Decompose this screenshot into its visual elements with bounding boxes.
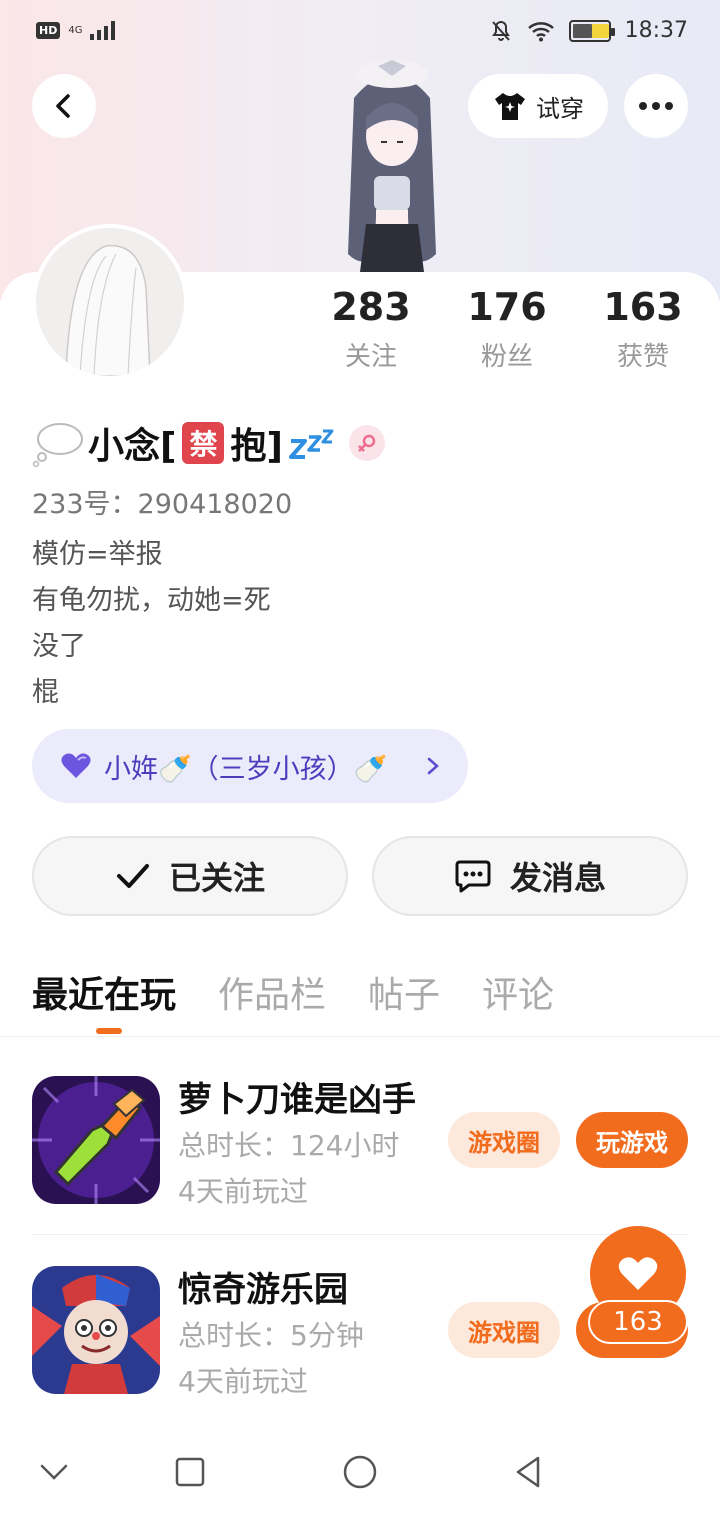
nav-collapse-button[interactable] xyxy=(32,1450,76,1494)
avatar[interactable] xyxy=(32,224,188,380)
user-name: 小念[ 禁 抱] xyxy=(32,414,385,472)
try-on-button[interactable]: 试穿 xyxy=(468,74,608,138)
game-duration: 总时长：124小时 xyxy=(178,1129,400,1162)
chevron-left-icon xyxy=(56,94,70,118)
game-last-played: 4天前玩过 xyxy=(178,1365,308,1398)
status-bar: HD 4G 18:37 xyxy=(0,0,720,64)
thought-bubble-icon xyxy=(32,423,83,467)
game-icon xyxy=(32,1266,160,1394)
system-nav-bar xyxy=(0,1424,720,1520)
game-title: 萝卜刀谁是凶手 xyxy=(178,1080,416,1120)
triangle-back-icon xyxy=(516,1456,540,1488)
more-button[interactable] xyxy=(624,74,688,138)
avatar-image xyxy=(36,228,184,376)
circle-icon xyxy=(343,1455,377,1489)
chevron-right-icon xyxy=(427,757,439,775)
following-count: 283 xyxy=(331,285,411,329)
signal-icon xyxy=(90,20,116,40)
bio-line: 棍 xyxy=(32,677,59,708)
network-type: 4G xyxy=(68,24,83,36)
hd-badge: HD xyxy=(36,21,61,39)
back-button[interactable] xyxy=(32,74,96,138)
more-dot-icon xyxy=(652,102,660,110)
try-on-label: 试穿 xyxy=(536,94,584,123)
bio-line: 有龟勿扰，动她=死 xyxy=(32,585,271,616)
name-prefix: 小念[ xyxy=(88,426,177,467)
divider xyxy=(32,1234,688,1235)
bio-line: 模仿=举报 xyxy=(32,539,163,570)
family-tag-label: 小姩🍼（三岁小孩）🍼 xyxy=(104,753,388,785)
heart-icon xyxy=(618,1257,658,1290)
clock: 18:37 xyxy=(624,18,688,43)
tab-recent-play[interactable]: 最近在玩 xyxy=(32,966,176,1034)
character-avatar-image xyxy=(348,60,436,272)
bio: 模仿=举报 有龟勿扰，动她=死 没了 棍 xyxy=(32,532,271,716)
game-circle-button[interactable]: 游戏圈 xyxy=(448,1302,560,1358)
nav-back-button[interactable] xyxy=(506,1450,550,1494)
game-duration: 总时长：5分钟 xyxy=(178,1319,364,1352)
name-suffix: 抱] xyxy=(230,426,283,467)
sleep-zzz-icon xyxy=(288,429,334,459)
followers-count: 176 xyxy=(467,285,547,329)
stat-following[interactable]: 283 关注 xyxy=(306,284,436,373)
followed-label: 已关注 xyxy=(168,859,265,897)
profile-tabs: 最近在玩 作品栏 帖子 评论 xyxy=(32,966,554,1034)
play-game-button[interactable]: 玩游戏 xyxy=(576,1112,688,1168)
divider xyxy=(0,1036,720,1037)
message-button[interactable]: 发消息 xyxy=(372,836,688,916)
check-icon xyxy=(116,864,149,888)
square-icon xyxy=(175,1457,205,1487)
chevron-down-icon xyxy=(40,1464,68,1480)
message-label: 发消息 xyxy=(509,859,606,897)
game-circle-button[interactable]: 游戏圈 xyxy=(448,1112,560,1168)
user-id: 233号：290418020 xyxy=(32,489,293,520)
family-tag[interactable]: 小姩🍼（三岁小孩）🍼 xyxy=(32,729,468,803)
list-item[interactable]: 萝卜刀谁是凶手 总时长：124小时 4天前玩过 游戏圈 玩游戏 xyxy=(32,1076,688,1208)
like-count[interactable]: 163 xyxy=(588,1300,688,1344)
followed-button[interactable]: 已关注 xyxy=(32,836,348,916)
tab-comments[interactable]: 评论 xyxy=(482,966,554,1018)
more-dot-icon xyxy=(665,102,673,110)
likes-count: 163 xyxy=(603,285,683,329)
more-dot-icon xyxy=(639,102,647,110)
tab-posts[interactable]: 帖子 xyxy=(368,966,440,1018)
purple-heart-icon xyxy=(61,753,91,778)
stat-likes[interactable]: 163 获赞 xyxy=(578,284,708,373)
nav-recents-button[interactable] xyxy=(168,1450,212,1494)
following-label: 关注 xyxy=(344,342,397,372)
battery-icon xyxy=(568,19,615,42)
stat-followers[interactable]: 176 粉丝 xyxy=(442,284,572,373)
chat-bubble-icon xyxy=(455,860,491,893)
followers-label: 粉丝 xyxy=(480,342,533,372)
ban-badge: 禁 xyxy=(182,422,225,464)
game-title: 惊奇游乐园 xyxy=(178,1270,348,1310)
wifi-icon xyxy=(527,21,554,41)
game-last-played: 4天前玩过 xyxy=(178,1175,308,1208)
nav-home-button[interactable] xyxy=(338,1450,382,1494)
female-icon xyxy=(348,425,385,461)
bio-line: 没了 xyxy=(32,631,86,662)
mute-icon xyxy=(491,20,510,41)
shirt-icon xyxy=(495,93,525,120)
game-icon xyxy=(32,1076,160,1204)
likes-label: 获赞 xyxy=(616,342,669,372)
battery-level xyxy=(572,23,592,38)
tab-works[interactable]: 作品栏 xyxy=(218,966,326,1018)
